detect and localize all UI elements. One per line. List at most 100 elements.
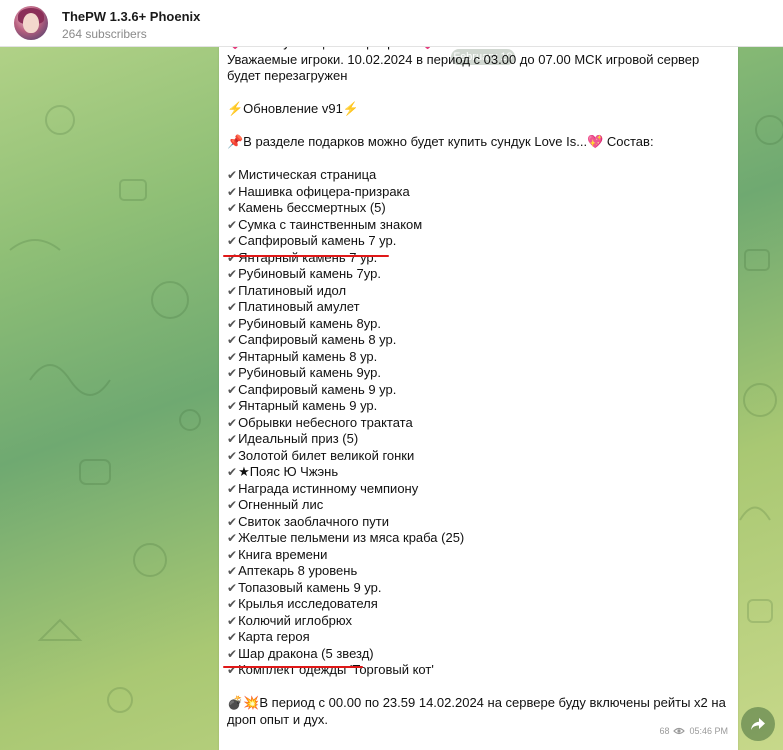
chest-item: ✔Рубиновый камень 7ур.	[227, 266, 727, 283]
checkmark-icon: ✔	[227, 349, 238, 364]
chest-item: ✔Сапфировый камень 8 ур.	[227, 332, 727, 349]
chest-item: ✔Огненный лис	[227, 497, 727, 514]
chest-item-label: Янтарный камень 8 ур.	[238, 348, 378, 364]
chest-item-label: Огненный лис	[238, 497, 324, 512]
chest-item-label: Колючий иглобрюх	[238, 612, 352, 628]
chest-item-label: Рубиновый камень 8ур.	[238, 315, 381, 331]
chest-item: ✔Рубиновый камень 8ур.	[227, 316, 727, 333]
rates-notice: 💣💥В период с 00.00 по 23.59 14.02.2024 н…	[227, 695, 726, 727]
chest-item: ✔Идеальный приз (5)	[227, 431, 727, 448]
chest-item: ✔Обрывки небесного трактата	[227, 415, 727, 432]
channel-title[interactable]: ThePW 1.3.6+ Phoenix	[62, 9, 200, 24]
chest-item-label: Желтые пельмени из мяса краба (25)	[238, 530, 465, 545]
chest-item-label: Идеальный приз (5)	[238, 431, 359, 446]
chest-item-label: Топазовый камень 9 ур.	[238, 579, 382, 595]
chest-description: 📌В разделе подарков можно будет купить с…	[227, 134, 654, 149]
chest-item-label: Награда истинному чемпиону	[238, 480, 419, 496]
message-text: 💗С наступающим 14 февраля!💗 Уважаемые иг…	[227, 35, 727, 728]
chest-item: ✔Платиновый идол	[227, 283, 727, 300]
chest-item: ✔Награда истинному чемпиону	[227, 481, 727, 498]
checkmark-icon: ✔	[227, 498, 238, 512]
checkmark-icon: ✔	[227, 646, 238, 661]
chest-items-list: ✔Мистическая страница ✔Нашивка офицера-пр…	[227, 167, 727, 679]
chest-item-label: Мистическая страница	[238, 167, 377, 182]
chest-item: ✔Золотой билет великой гонки	[227, 448, 727, 465]
chest-item: ✔Комплект одежды 'Торговый кот'	[227, 662, 727, 679]
chest-item-label: Комплект одежды 'Торговый кот'	[238, 662, 434, 677]
chest-item: ✔Колючий иглобрюх	[227, 613, 727, 630]
chest-item: ✔★Пояс Ю Чжэнь	[227, 464, 727, 481]
checkmark-icon: ✔	[227, 300, 238, 314]
chest-item-label: Нашивка офицера-призрака	[238, 183, 410, 199]
restart-notice: Уважаемые игроки. 10.02.2024 в период с …	[227, 51, 700, 84]
chest-item-label: Свиток заоблачного пути	[238, 513, 390, 529]
checkmark-icon: ✔	[227, 597, 238, 611]
checkmark-icon: ✔	[227, 333, 238, 347]
chest-item: ✔Крылья исследователя	[227, 596, 727, 613]
checkmark-icon: ✔	[227, 432, 238, 446]
checkmark-icon: ✔	[227, 250, 238, 265]
channel-avatar[interactable]	[14, 6, 48, 40]
checkmark-icon: ✔	[227, 613, 238, 628]
message-time: 05:46 PM	[689, 726, 728, 736]
chest-item-label: Сапфировый камень 9 ур.	[238, 381, 397, 397]
checkmark-icon: ✔	[227, 234, 238, 248]
chest-item: ✔Янтарный камень 7 ур.	[227, 250, 727, 267]
highlight-underline-pufferfish	[223, 666, 363, 668]
chest-item-label: Шар дракона (5 звезд)	[238, 645, 374, 661]
chest-item-label: Платиновый амулет	[238, 299, 360, 314]
chest-item-label: Янтарный камень 9 ур.	[238, 398, 378, 413]
chest-item: ✔Сапфировый камень 9 ур.	[227, 382, 727, 399]
checkmark-icon: ✔	[227, 564, 238, 578]
chest-item: ✔Книга времени	[227, 547, 727, 564]
chest-item-label: Аптекарь 8 уровень	[238, 563, 358, 578]
chest-item: ✔Желтые пельмени из мяса краба (25)	[227, 530, 727, 547]
chest-item-label: Платиновый идол	[238, 282, 347, 298]
chest-item: ✔Мистическая страница	[227, 167, 727, 184]
chest-item: ✔Аптекарь 8 уровень	[227, 563, 727, 580]
chest-item: ✔Нашивка офицера-призрака	[227, 184, 727, 201]
checkmark-icon: ✔	[227, 366, 238, 380]
chest-item: ✔Сумка с таинственным знаком	[227, 217, 727, 234]
chest-item: ✔Янтарный камень 9 ур.	[227, 398, 727, 415]
chest-item-label: Сапфировый камень 8 ур.	[238, 332, 397, 347]
chest-item-label: Сапфировый камень 7 ур.	[238, 233, 397, 248]
checkmark-icon: ✔	[227, 630, 238, 644]
chest-item-label: Крылья исследователя	[238, 596, 378, 611]
checkmark-icon: ✔	[227, 415, 238, 430]
subscriber-count: 264 subscribers	[62, 27, 147, 41]
checkmark-icon: ✔	[227, 217, 238, 232]
update-title: ⚡Обновление v91⚡	[227, 101, 360, 116]
checkmark-icon: ✔	[227, 382, 238, 397]
view-count: 68	[659, 726, 670, 736]
chest-item: ✔Рубиновый камень 9ур.	[227, 365, 727, 382]
channel-header[interactable]: ThePW 1.3.6+ Phoenix 264 subscribers	[0, 0, 783, 47]
chest-item: ✔Шар дракона (5 звезд)	[227, 646, 727, 663]
checkmark-icon: ✔	[227, 184, 238, 199]
checkmark-icon: ✔	[227, 531, 238, 545]
checkmark-icon: ✔	[227, 399, 238, 413]
checkmark-icon: ✔	[227, 168, 238, 182]
chest-item: ✔Камень бессмертных (5)	[227, 200, 727, 217]
chest-item: ✔Свиток заоблачного пути	[227, 514, 727, 531]
share-button[interactable]	[741, 707, 775, 741]
chest-item: ✔Сапфировый камень 7 ур.	[227, 233, 727, 250]
checkmark-icon: ✔	[227, 267, 238, 281]
chest-item-label: Сумка с таинственным знаком	[238, 216, 423, 232]
chest-item-label: Карта героя	[238, 629, 310, 644]
checkmark-icon: ✔	[227, 316, 238, 331]
checkmark-icon: ✔	[227, 201, 238, 215]
chest-item-label: Книга времени	[238, 546, 328, 562]
chest-item-label: Рубиновый камень 7ур.	[238, 266, 381, 281]
checkmark-icon: ✔	[227, 448, 238, 463]
checkmark-icon: ✔	[227, 283, 238, 298]
chest-item-label: ★Пояс Ю Чжэнь	[238, 464, 339, 479]
chest-item: ✔Платиновый амулет	[227, 299, 727, 316]
checkmark-icon: ✔	[227, 465, 238, 479]
chest-item: ✔Карта героя	[227, 629, 727, 646]
checkmark-icon: ✔	[227, 481, 238, 496]
chest-item-label: Янтарный камень 7 ур.	[238, 249, 378, 265]
chest-item: ✔Топазовый камень 9 ур.	[227, 580, 727, 597]
highlight-underline-immortal-stone	[223, 255, 389, 257]
message-bubble[interactable]: February 10 💗С наступающим 14 февраля!💗 …	[219, 35, 738, 750]
